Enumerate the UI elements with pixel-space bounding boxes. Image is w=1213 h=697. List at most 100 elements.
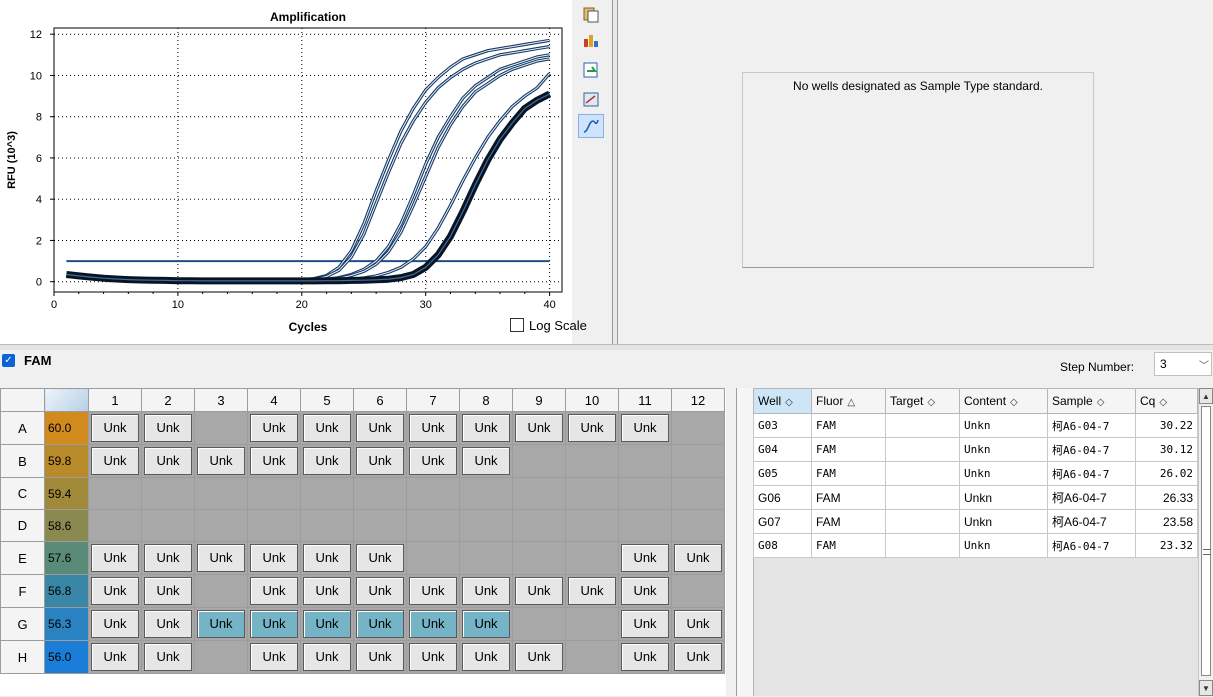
well-D3[interactable] xyxy=(194,509,248,542)
column-header-9[interactable]: 9 xyxy=(512,388,566,412)
well-C2[interactable] xyxy=(141,477,195,510)
sort-icon[interactable]: △ xyxy=(847,397,855,408)
row-header-B[interactable]: B xyxy=(0,444,45,478)
column-header-3[interactable]: 3 xyxy=(194,388,248,412)
well-B7[interactable]: Unk xyxy=(406,444,460,478)
well-F9[interactable]: Unk xyxy=(512,574,566,608)
well-B11[interactable] xyxy=(618,444,672,478)
well-B4[interactable]: Unk xyxy=(247,444,301,478)
well-A8[interactable]: Unk xyxy=(459,411,513,445)
column-header-4[interactable]: 4 xyxy=(247,388,301,412)
well-G2[interactable]: Unk xyxy=(141,607,195,641)
results-scrollbar[interactable]: ▲ ▼ xyxy=(1198,388,1213,696)
amplification-mode-icon[interactable] xyxy=(578,114,604,138)
well-D1[interactable] xyxy=(88,509,142,542)
well-D12[interactable] xyxy=(671,509,725,542)
well-E1[interactable]: Unk xyxy=(88,541,142,575)
column-header-11[interactable]: 11 xyxy=(618,388,672,412)
well-F3[interactable] xyxy=(194,574,248,608)
well-G8[interactable]: Unk xyxy=(459,607,513,641)
well-F8[interactable]: Unk xyxy=(459,574,513,608)
sort-icon[interactable]: ◇ xyxy=(1010,397,1018,408)
well-A3[interactable] xyxy=(194,411,248,445)
well-G1[interactable]: Unk xyxy=(88,607,142,641)
sort-icon[interactable]: ◇ xyxy=(927,397,935,408)
export-icon[interactable] xyxy=(578,58,604,82)
well-F5[interactable]: Unk xyxy=(300,574,354,608)
well-G5[interactable]: Unk xyxy=(300,607,354,641)
vertical-splitter[interactable] xyxy=(612,0,618,344)
well-A10[interactable]: Unk xyxy=(565,411,619,445)
well-H4[interactable]: Unk xyxy=(247,640,301,674)
well-G6[interactable]: Unk xyxy=(353,607,407,641)
results-row[interactable]: G08 FAM Unkn 柯A6-04-7 23.32 xyxy=(753,533,1198,558)
well-C12[interactable] xyxy=(671,477,725,510)
row-header-G[interactable]: G xyxy=(0,607,45,641)
well-G7[interactable]: Unk xyxy=(406,607,460,641)
well-E3[interactable]: Unk xyxy=(194,541,248,575)
well-H10[interactable] xyxy=(565,640,619,674)
well-D9[interactable] xyxy=(512,509,566,542)
chart-settings-icon[interactable] xyxy=(578,28,604,52)
row-header-C[interactable]: C xyxy=(0,477,45,510)
well-B5[interactable]: Unk xyxy=(300,444,354,478)
well-C10[interactable] xyxy=(565,477,619,510)
well-D4[interactable] xyxy=(247,509,301,542)
column-header-1[interactable]: 1 xyxy=(88,388,142,412)
well-E6[interactable]: Unk xyxy=(353,541,407,575)
log-scale-checkbox[interactable]: Log Scale xyxy=(510,318,587,333)
sort-icon[interactable]: ◇ xyxy=(1159,397,1167,408)
well-A12[interactable] xyxy=(671,411,725,445)
well-A1[interactable]: Unk xyxy=(88,411,142,445)
zoom-icon[interactable] xyxy=(578,88,604,112)
results-header-target[interactable]: Target ◇ xyxy=(885,388,960,414)
horizontal-splitter[interactable] xyxy=(0,344,1213,350)
column-header-12[interactable]: 12 xyxy=(671,388,725,412)
sort-icon[interactable]: ◇ xyxy=(785,397,793,408)
well-H9[interactable]: Unk xyxy=(512,640,566,674)
well-G3[interactable]: Unk xyxy=(194,607,248,641)
column-header-7[interactable]: 7 xyxy=(406,388,460,412)
well-H5[interactable]: Unk xyxy=(300,640,354,674)
well-E12[interactable]: Unk xyxy=(671,541,725,575)
well-D5[interactable] xyxy=(300,509,354,542)
results-row[interactable]: G07 FAM Unkn 柯A6-04-7 23.58 xyxy=(753,509,1198,534)
well-B12[interactable] xyxy=(671,444,725,478)
well-C3[interactable] xyxy=(194,477,248,510)
well-B10[interactable] xyxy=(565,444,619,478)
copy-icon[interactable] xyxy=(578,2,604,26)
well-H6[interactable]: Unk xyxy=(353,640,407,674)
results-row[interactable]: G06 FAM Unkn 柯A6-04-7 26.33 xyxy=(753,485,1198,510)
well-D8[interactable] xyxy=(459,509,513,542)
sort-icon[interactable]: ◇ xyxy=(1097,397,1105,408)
fam-checkbox[interactable]: ✓ xyxy=(2,354,15,367)
well-A4[interactable]: Unk xyxy=(247,411,301,445)
well-E11[interactable]: Unk xyxy=(618,541,672,575)
well-A6[interactable]: Unk xyxy=(353,411,407,445)
well-G10[interactable] xyxy=(565,607,619,641)
log-scale-box[interactable] xyxy=(510,318,524,332)
well-C5[interactable] xyxy=(300,477,354,510)
well-G11[interactable]: Unk xyxy=(618,607,672,641)
column-header-2[interactable]: 2 xyxy=(141,388,195,412)
well-A5[interactable]: Unk xyxy=(300,411,354,445)
scroll-up-icon[interactable]: ▲ xyxy=(1199,388,1213,404)
well-D6[interactable] xyxy=(353,509,407,542)
well-B9[interactable] xyxy=(512,444,566,478)
well-E8[interactable] xyxy=(459,541,513,575)
results-header-sample[interactable]: Sample ◇ xyxy=(1047,388,1136,414)
well-G12[interactable]: Unk xyxy=(671,607,725,641)
results-header-cq[interactable]: Cq ◇ xyxy=(1135,388,1198,414)
well-F6[interactable]: Unk xyxy=(353,574,407,608)
well-E4[interactable]: Unk xyxy=(247,541,301,575)
well-C1[interactable] xyxy=(88,477,142,510)
well-E10[interactable] xyxy=(565,541,619,575)
well-B8[interactable]: Unk xyxy=(459,444,513,478)
step-number-select[interactable]: 3 ﹀ xyxy=(1154,352,1212,376)
well-F11[interactable]: Unk xyxy=(618,574,672,608)
well-H3[interactable] xyxy=(194,640,248,674)
well-E9[interactable] xyxy=(512,541,566,575)
scroll-thumb[interactable] xyxy=(1201,406,1211,676)
results-header-fluor[interactable]: Fluor △ xyxy=(811,388,886,414)
well-D7[interactable] xyxy=(406,509,460,542)
